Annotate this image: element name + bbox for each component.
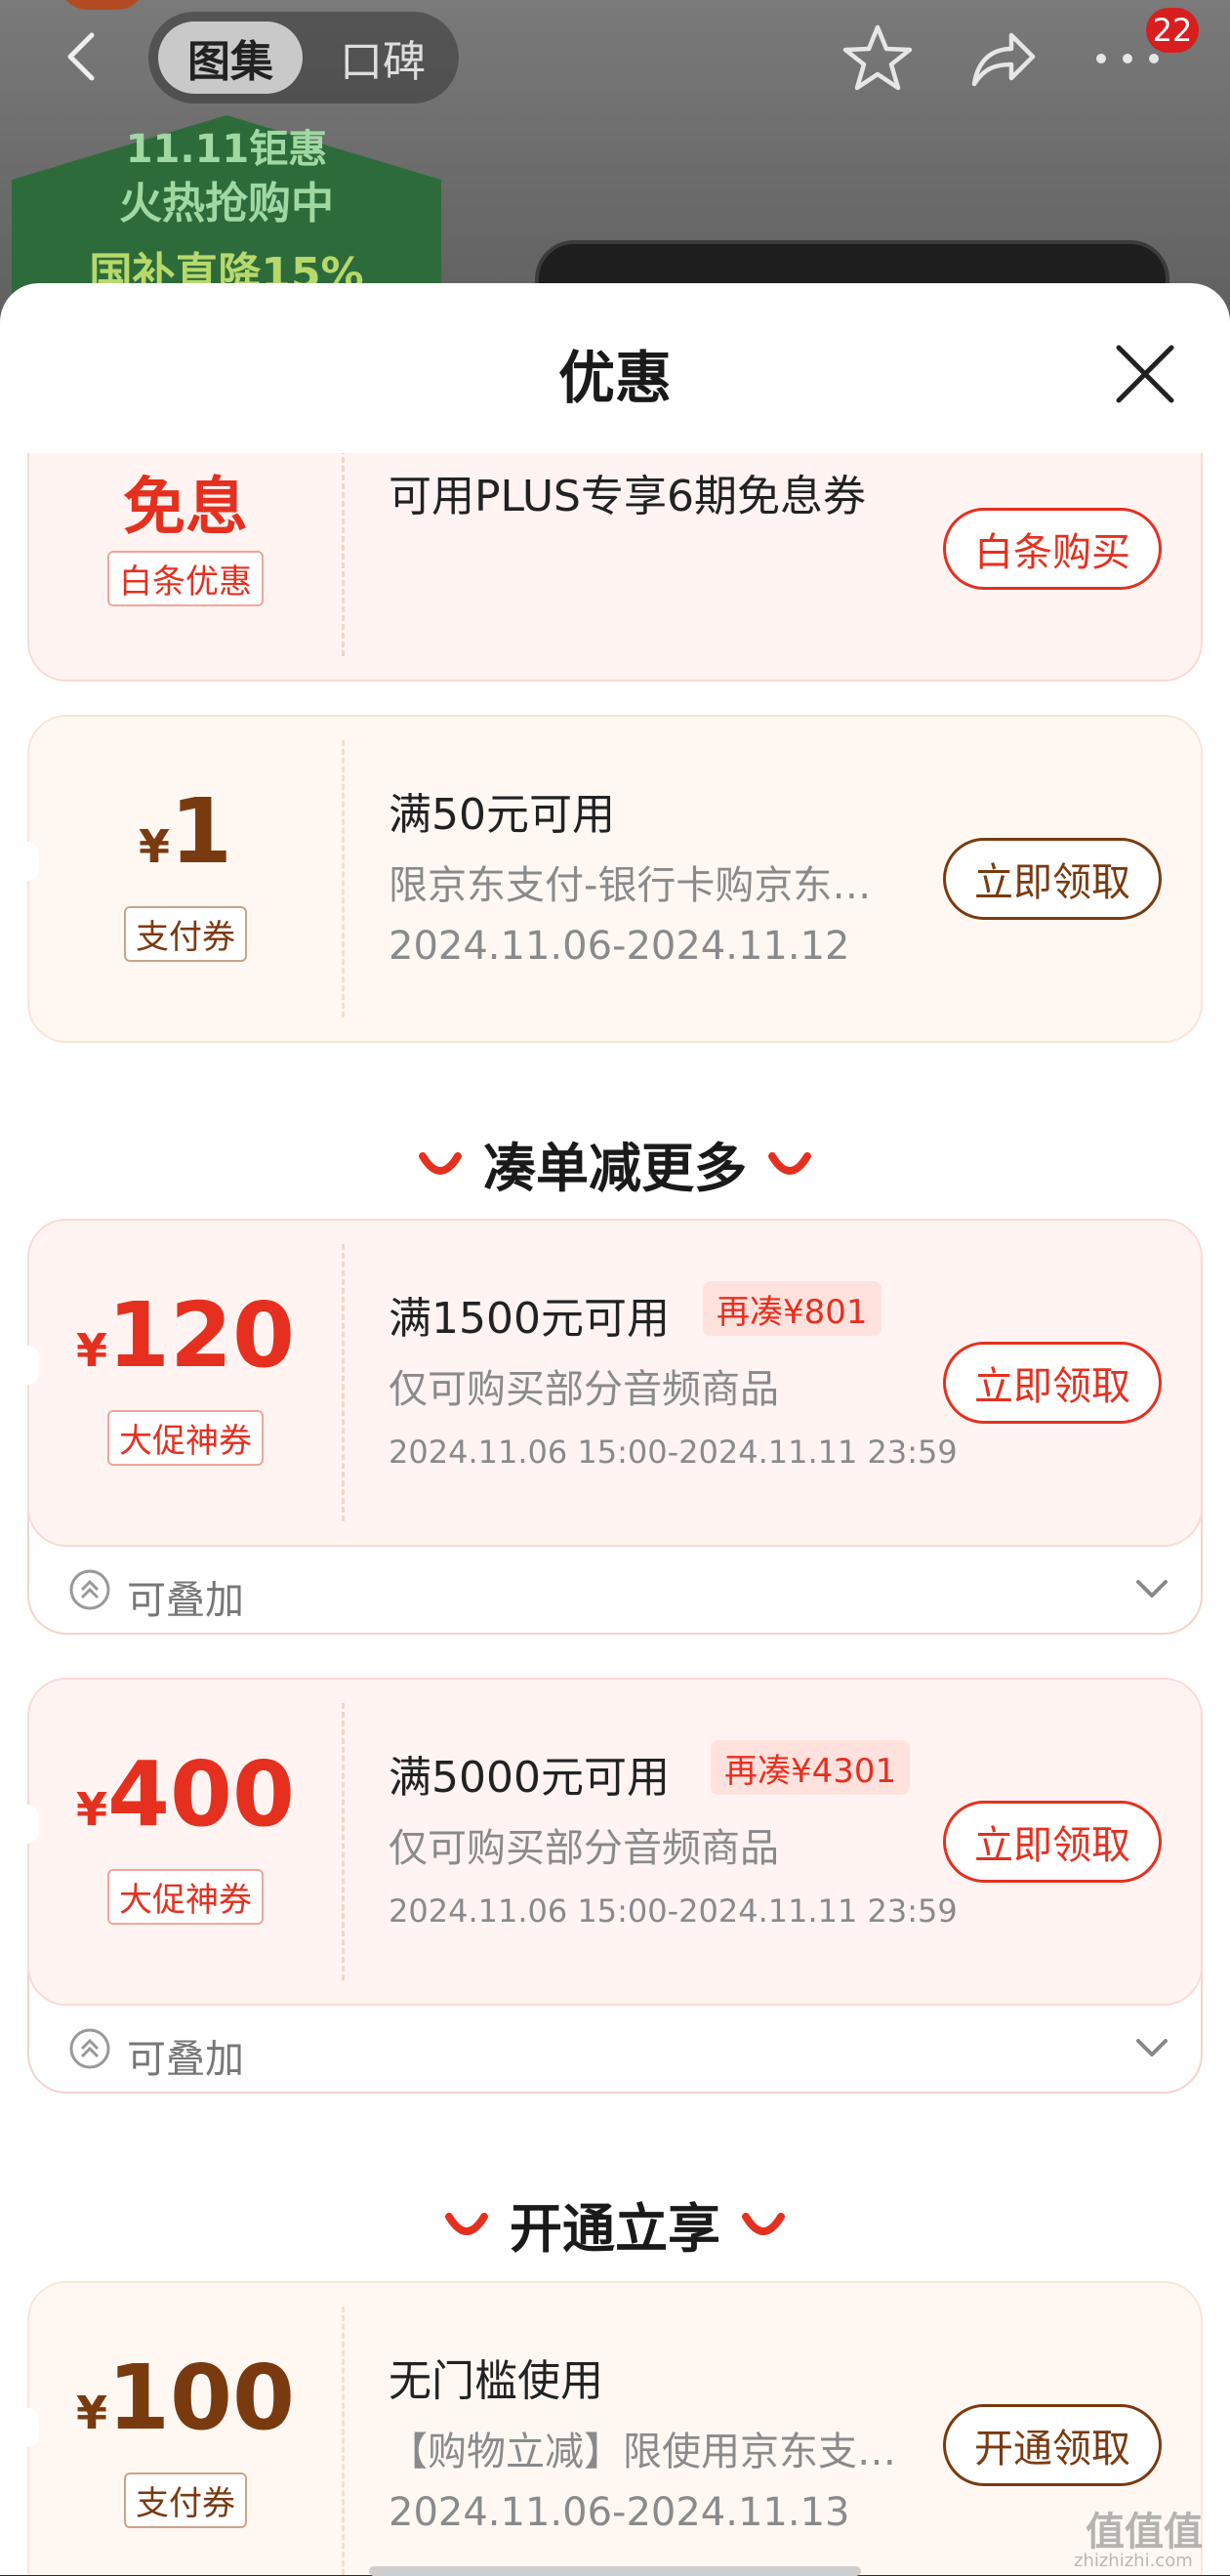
claim-button[interactable]: 立即领取 bbox=[943, 1342, 1162, 1424]
card-divider bbox=[342, 2306, 345, 2575]
card-divider bbox=[342, 1703, 345, 1980]
coupon-title: 满1500元可用 bbox=[389, 1294, 670, 1344]
coupon-amount: 免息 bbox=[123, 472, 248, 544]
watermark-url: zhizhizhi.com bbox=[1074, 2551, 1193, 2571]
coupon-title: 可用PLUS专享6期免息券 bbox=[389, 472, 866, 521]
coupon-date: 2024.11.06 15:00-2024.11.11 23:59 bbox=[389, 1892, 958, 1930]
stackable-icon bbox=[69, 2028, 110, 2069]
stackable-icon bbox=[69, 1569, 110, 1610]
coupon-title: 满50元可用 bbox=[389, 790, 615, 840]
coupon-card-100: ¥100 支付券 无门槛使用 【购物立减】限使用京东支… 2024.11.06-… bbox=[27, 2281, 1203, 2575]
offers-list[interactable]: 免息 白条优惠 可用PLUS专享6期免息券 白条购买 ¥1 支付券 满50元可用… bbox=[0, 453, 1230, 2575]
coupon-amount: ¥1 bbox=[138, 779, 233, 884]
coupon-card-payment-1: ¥1 支付券 满50元可用 限京东支付-银行卡购京东… 2024.11.06-2… bbox=[27, 715, 1203, 1043]
coupon-card-interest-free: 免息 白条优惠 可用PLUS专享6期免息券 白条购买 bbox=[27, 453, 1203, 682]
coupon-tag: 大促神券 bbox=[29, 1410, 342, 1466]
tab-reviews[interactable]: 口碑 bbox=[314, 21, 451, 94]
coupon-card-120: ¥120 大促神券 满1500元可用 再凑¥801 仅可购买部分音频商品 202… bbox=[27, 1219, 1203, 1547]
section-heading-activate: 开通立享 bbox=[0, 2185, 1230, 2263]
back-icon[interactable] bbox=[55, 27, 113, 86]
coupon-amount: ¥120 bbox=[75, 1283, 296, 1388]
coupon-title: 满5000元可用 bbox=[389, 1753, 670, 1803]
coupon-desc: 【购物立减】限使用京东支… bbox=[389, 2430, 896, 2474]
stackable-label: 可叠加 bbox=[127, 1578, 244, 1623]
coupon-card-400: ¥400 大促神券 满5000元可用 再凑¥4301 仅可购买部分音频商品 20… bbox=[27, 1678, 1203, 2006]
claim-button[interactable]: 立即领取 bbox=[943, 838, 1162, 920]
section-title: 开通立享 bbox=[510, 2198, 720, 2260]
coupon-title: 无门槛使用 bbox=[389, 2356, 603, 2406]
promo-line-1: 11.11钜惠 bbox=[125, 127, 328, 172]
card-divider bbox=[342, 453, 345, 656]
tab-gallery[interactable]: 图集 bbox=[158, 21, 303, 94]
section-title: 凑单减更多 bbox=[483, 1138, 747, 1199]
claim-button[interactable]: 立即领取 bbox=[943, 1801, 1162, 1883]
activate-claim-button[interactable]: 开通领取 bbox=[943, 2404, 1162, 2486]
coupon-amount: ¥100 bbox=[75, 2346, 296, 2450]
gallery-tabs: 图集 口碑 bbox=[148, 12, 459, 104]
coupon-amount: ¥400 bbox=[75, 1742, 296, 1847]
coupon-date: 2024.11.06 15:00-2024.11.11 23:59 bbox=[389, 1433, 958, 1471]
chevron-down-icon[interactable] bbox=[1132, 2033, 1171, 2062]
coupon-tag: 支付券 bbox=[29, 2472, 342, 2528]
section-heading-more-savings: 凑单减更多 bbox=[0, 1125, 1230, 1202]
close-icon[interactable] bbox=[1113, 342, 1177, 406]
offers-sheet: 优惠 免息 白条优惠 可用PLUS专享6期免息券 白条购买 ¥1 支付券 满50… bbox=[0, 283, 1230, 2575]
coupon-desc: 仅可购买部分音频商品 bbox=[389, 1826, 779, 1871]
coupon-desc: 仅可购买部分音频商品 bbox=[389, 1367, 779, 1412]
stackable-label: 可叠加 bbox=[127, 2037, 244, 2082]
card-divider bbox=[342, 740, 345, 1018]
star-icon[interactable] bbox=[841, 21, 914, 94]
smile-decoration-icon bbox=[742, 2212, 785, 2235]
card-divider bbox=[342, 1244, 345, 1521]
coupon-date: 2024.11.06-2024.11.13 bbox=[389, 2490, 850, 2535]
smile-decoration-icon bbox=[419, 1151, 462, 1175]
notification-badge: 22 bbox=[1146, 8, 1199, 53]
share-icon[interactable] bbox=[966, 23, 1039, 96]
smile-decoration-icon bbox=[445, 2212, 488, 2235]
smile-decoration-icon bbox=[768, 1151, 811, 1175]
coupon-tag: 大促神券 bbox=[29, 1869, 342, 1925]
coupon-tag: 白条优惠 bbox=[29, 551, 342, 606]
promo-line-2: 火热抢购中 bbox=[119, 179, 334, 229]
remaining-amount-chip: 再凑¥4301 bbox=[711, 1740, 911, 1795]
remaining-amount-chip: 再凑¥801 bbox=[703, 1281, 882, 1336]
coupon-tag: 支付券 bbox=[29, 906, 342, 962]
baitiao-buy-button[interactable]: 白条购买 bbox=[943, 508, 1162, 590]
chevron-down-icon[interactable] bbox=[1132, 1574, 1171, 1603]
sheet-title: 优惠 bbox=[557, 345, 672, 411]
coupon-desc: 限京东支付-银行卡购京东… bbox=[389, 863, 872, 908]
coupon-date: 2024.11.06-2024.11.12 bbox=[389, 924, 850, 969]
watermark-logo: 值值值 bbox=[1086, 2510, 1203, 2555]
